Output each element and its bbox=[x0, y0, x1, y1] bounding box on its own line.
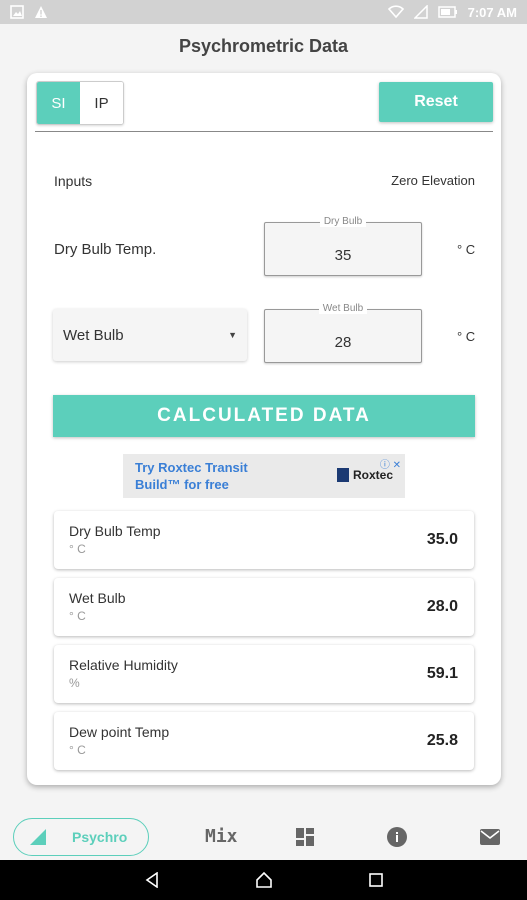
dry-bulb-field[interactable]: Dry Bulb 35 bbox=[264, 216, 422, 276]
dropdown-value: Wet Bulb bbox=[63, 326, 124, 344]
result-value: 25.8 bbox=[426, 732, 458, 749]
dropdown-arrow-icon: ▼ bbox=[228, 330, 237, 340]
clock: 7:07 AM bbox=[467, 4, 517, 20]
status-bar: 7:07 AM bbox=[0, 0, 527, 24]
nav-mail-tab[interactable] bbox=[480, 829, 500, 845]
battery-icon bbox=[437, 6, 457, 18]
result-row: Dry Bulb Temp ° C 35.0 bbox=[54, 511, 474, 569]
ad-choices-icon[interactable]: ⓘ ✕ bbox=[380, 456, 401, 471]
result-label: Dry Bulb Temp bbox=[69, 523, 161, 539]
nav-psychro-tab[interactable]: Psychro bbox=[13, 818, 149, 856]
ad-banner[interactable]: Try Roxtec Transit Build™ for free Roxte… bbox=[123, 454, 405, 498]
back-icon bbox=[145, 872, 158, 888]
recents-icon bbox=[369, 873, 383, 887]
mix-icon: Mix bbox=[205, 826, 238, 847]
input-type-dropdown[interactable]: Wet Bulb ▼ bbox=[53, 309, 247, 361]
result-unit: % bbox=[69, 676, 80, 690]
dry-bulb-unit: ° C bbox=[457, 242, 476, 257]
ad-text-line2: Build™ for free bbox=[135, 477, 229, 492]
ip-unit-button[interactable]: IP bbox=[80, 82, 123, 124]
roxtec-logo-icon bbox=[336, 468, 349, 482]
wet-bulb-unit: ° C bbox=[457, 329, 476, 344]
inputs-label: Inputs bbox=[54, 173, 93, 189]
dry-bulb-label: Dry Bulb Temp. bbox=[54, 241, 157, 258]
wet-bulb-value: 28 bbox=[334, 334, 352, 351]
image-icon bbox=[10, 5, 24, 19]
si-unit-button[interactable]: SI bbox=[37, 82, 80, 124]
wet-bulb-field-label: Wet Bulb bbox=[318, 303, 368, 314]
result-unit: ° C bbox=[69, 542, 86, 556]
back-button[interactable] bbox=[142, 870, 162, 890]
signal-icon bbox=[413, 5, 428, 19]
result-row: Wet Bulb ° C 28.0 bbox=[54, 578, 474, 636]
result-label: Wet Bulb bbox=[69, 590, 126, 606]
home-button[interactable] bbox=[254, 870, 274, 890]
result-unit: ° C bbox=[69, 743, 86, 757]
result-label: Relative Humidity bbox=[69, 657, 178, 673]
dry-bulb-value: 35 bbox=[334, 247, 352, 264]
result-value: 35.0 bbox=[426, 531, 458, 548]
recents-button[interactable] bbox=[366, 870, 386, 890]
result-row: Relative Humidity % 59.1 bbox=[54, 645, 474, 703]
page-title: Psychrometric Data bbox=[178, 36, 349, 56]
psychro-icon bbox=[30, 829, 46, 845]
calculated-data-header: CALCULATED DATA bbox=[53, 395, 475, 437]
home-icon bbox=[256, 871, 272, 888]
result-label: Dew point Temp bbox=[69, 724, 170, 740]
bottom-nav: Psychro Mix bbox=[0, 810, 527, 860]
reset-button[interactable]: Reset bbox=[379, 82, 493, 122]
ad-text-line1: Try Roxtec Transit bbox=[135, 460, 248, 475]
divider bbox=[35, 131, 493, 132]
zero-elevation-link[interactable]: Zero Elevation bbox=[391, 173, 475, 188]
system-nav-bar bbox=[0, 860, 527, 900]
wet-bulb-field[interactable]: Wet Bulb 28 bbox=[264, 303, 422, 363]
result-unit: ° C bbox=[69, 609, 86, 623]
mail-icon bbox=[480, 829, 500, 845]
result-value: 59.1 bbox=[426, 665, 458, 682]
dashboard-icon bbox=[296, 828, 314, 846]
result-value: 28.0 bbox=[426, 598, 458, 615]
nav-info-tab[interactable] bbox=[387, 827, 407, 847]
wifi-icon bbox=[387, 5, 404, 19]
info-icon bbox=[387, 827, 407, 847]
nav-dashboard-tab[interactable] bbox=[296, 828, 314, 846]
dry-bulb-field-label: Dry Bulb bbox=[319, 216, 367, 227]
main-card: SI IP Reset Inputs Zero Elevation Dry Bu… bbox=[27, 73, 501, 785]
unit-toggle: SI IP bbox=[36, 81, 124, 125]
nav-psychro-label: Psychro bbox=[72, 829, 128, 845]
nav-mix-tab[interactable]: Mix bbox=[205, 826, 238, 847]
result-row: Dew point Temp ° C 25.8 bbox=[54, 712, 474, 770]
warning-icon bbox=[35, 6, 47, 18]
